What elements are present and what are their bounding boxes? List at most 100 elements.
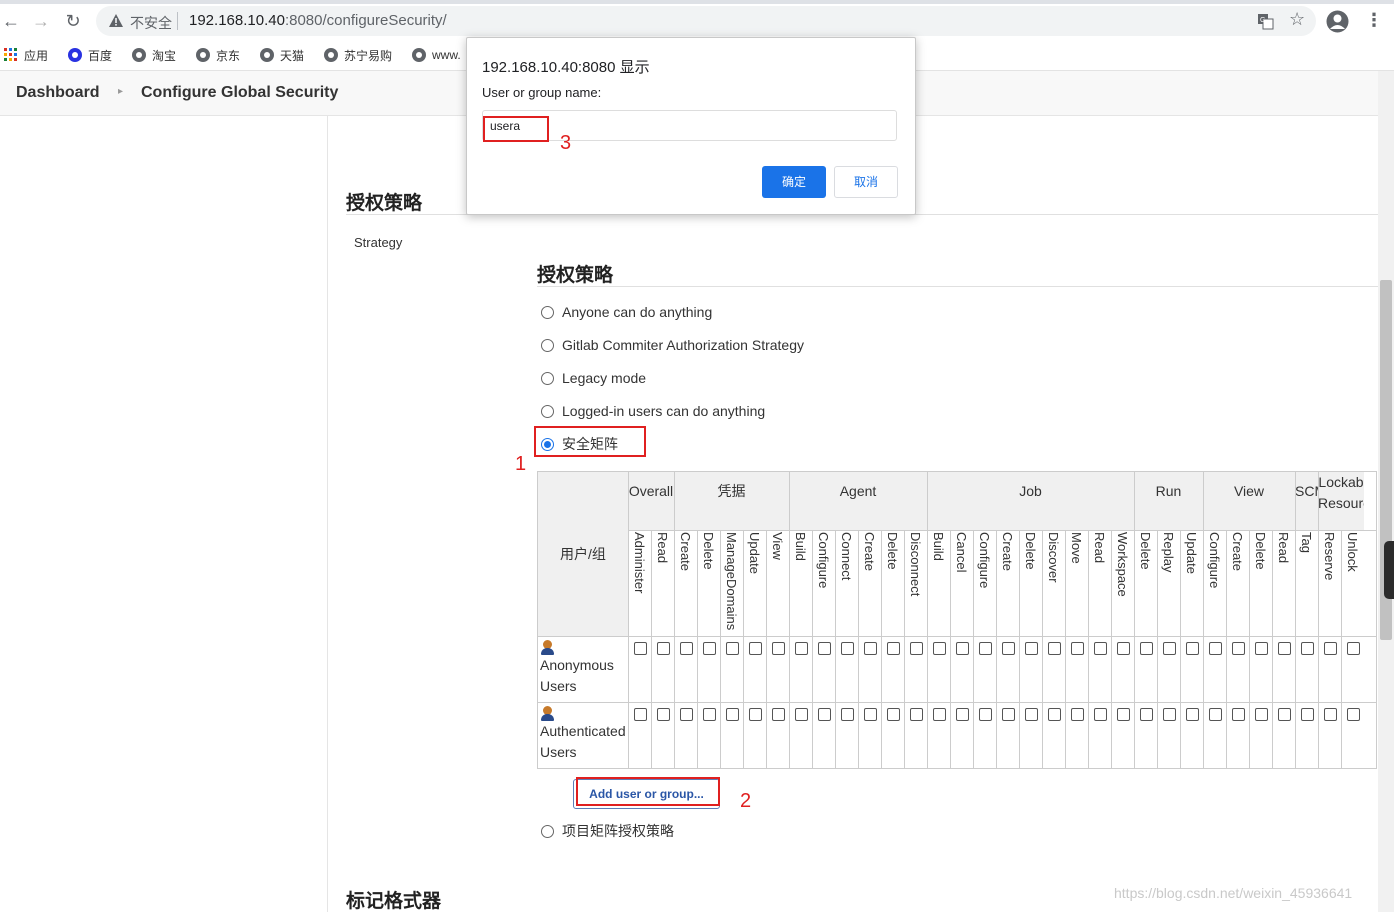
permission-checkbox[interactable] [680,708,693,721]
option-gitlab[interactable]: Gitlab Commiter Authorization Strategy [541,335,804,355]
permission-checkbox[interactable] [703,642,716,655]
cancel-button[interactable]: 取消 [834,166,898,198]
permission-checkbox[interactable] [1002,642,1015,655]
bookmark-taobao[interactable]: 淘宝 [132,46,176,64]
permission-checkbox[interactable] [1117,708,1130,721]
permission-checkbox[interactable] [772,642,785,655]
permission-checkbox[interactable] [910,642,923,655]
permission-checkbox[interactable] [864,642,877,655]
permission-checkbox[interactable] [910,708,923,721]
permission-checkbox[interactable] [1025,642,1038,655]
permission-checkbox[interactable] [1140,642,1153,655]
option-legacy[interactable]: Legacy mode [541,368,646,388]
ok-button[interactable]: 确定 [762,166,826,198]
radio-button[interactable] [541,824,554,838]
permission-checkbox[interactable] [956,708,969,721]
permission-checkbox[interactable] [680,642,693,655]
permission-checkbox[interactable] [1163,708,1176,721]
permission-checkbox[interactable] [1048,708,1061,721]
permission-checkbox[interactable] [887,708,900,721]
breadcrumb-dashboard[interactable]: Dashboard [16,84,100,102]
translate-icon[interactable]: G [1257,13,1274,30]
permission-checkbox[interactable] [864,708,877,721]
permission-checkbox[interactable] [1163,642,1176,655]
permission-checkbox[interactable] [979,642,992,655]
permission-checkbox[interactable] [1186,642,1199,655]
permission-checkbox[interactable] [1301,642,1314,655]
permission-checkbox[interactable] [795,642,808,655]
permission-checkbox[interactable] [1048,642,1061,655]
radio-button[interactable] [541,371,554,385]
permission-checkbox[interactable] [1002,708,1015,721]
permission-checkbox[interactable] [841,708,854,721]
option-anyone[interactable]: Anyone can do anything [541,302,712,322]
radio-button[interactable] [541,305,554,319]
permission-checkbox[interactable] [1209,708,1222,721]
permission-checkbox[interactable] [749,708,762,721]
permission-checkbox[interactable] [1301,708,1314,721]
permission-checkbox[interactable] [1347,642,1360,655]
permission-checkbox[interactable] [795,708,808,721]
radio-button[interactable] [541,404,554,418]
option-project-matrix[interactable]: 项目矩阵授权策略 [541,821,674,841]
permission-checkbox[interactable] [703,708,716,721]
user-name: Anonymous Users [540,657,614,694]
permission-checkbox[interactable] [956,642,969,655]
permission-checkbox[interactable] [657,708,670,721]
permission-checkbox[interactable] [1071,642,1084,655]
profile-avatar-icon[interactable] [1326,10,1349,33]
reload-icon[interactable]: ↻ [62,10,84,32]
permission-checkbox[interactable] [1094,708,1107,721]
breadcrumb-page[interactable]: Configure Global Security [141,84,338,102]
permission-checkbox[interactable] [1324,642,1337,655]
bookmark-www[interactable]: www. [412,46,461,64]
bookmark-star-icon[interactable]: ☆ [1289,9,1305,30]
permission-checkbox[interactable] [933,708,946,721]
permission-checkbox[interactable] [1255,642,1268,655]
permission-checkbox[interactable] [726,642,739,655]
bookmark-tmall[interactable]: 天猫 [260,46,304,64]
permission-checkbox[interactable] [634,708,647,721]
bookmark-jd[interactable]: 京东 [196,46,240,64]
back-icon[interactable]: ← [0,10,22,32]
radio-button[interactable] [541,338,554,352]
permission-checkbox[interactable] [818,642,831,655]
permission-checkbox[interactable] [1025,708,1038,721]
option-logged-in[interactable]: Logged-in users can do anything [541,401,765,421]
annotation-box-3 [483,116,549,142]
bookmark-apps[interactable]: 应用 [4,46,48,64]
dialog-prompt: User or group name: [482,85,602,100]
permission-checkbox[interactable] [1278,642,1291,655]
permission-checkbox[interactable] [1117,642,1130,655]
permission-checkbox[interactable] [772,708,785,721]
permission-checkbox[interactable] [657,642,670,655]
permission-checkbox[interactable] [1347,708,1360,721]
grid-line [674,472,675,530]
permission-checkbox[interactable] [887,642,900,655]
menu-kebab-icon[interactable]: ⋮ [1365,10,1383,31]
permission-checkbox[interactable] [841,642,854,655]
permission-checkbox[interactable] [1094,642,1107,655]
permission-checkbox[interactable] [1255,708,1268,721]
permission-checkbox[interactable] [749,642,762,655]
side-widget-icon[interactable] [1384,541,1394,599]
permission-checkbox[interactable] [1071,708,1084,721]
permission-checkbox[interactable] [1278,708,1291,721]
permission-checkbox[interactable] [1140,708,1153,721]
apps-grid-icon [4,48,17,61]
annotation-step-3: 3 [560,132,572,154]
permission-checkbox[interactable] [634,642,647,655]
permission-checkbox[interactable] [933,642,946,655]
permission-checkbox[interactable] [1232,642,1245,655]
permission-checkbox[interactable] [1232,708,1245,721]
forward-icon[interactable]: → [30,10,52,32]
permission-checkbox[interactable] [1324,708,1337,721]
permission-checkbox[interactable] [818,708,831,721]
permission-checkbox[interactable] [979,708,992,721]
permission-checkbox[interactable] [1209,642,1222,655]
url-text[interactable]: 192.168.10.40:8080/configureSecurity/ [189,12,447,29]
bookmark-suning[interactable]: 苏宁易购 [324,46,392,64]
permission-checkbox[interactable] [1186,708,1199,721]
bookmark-baidu[interactable]: 百度 [68,46,112,64]
permission-checkbox[interactable] [726,708,739,721]
